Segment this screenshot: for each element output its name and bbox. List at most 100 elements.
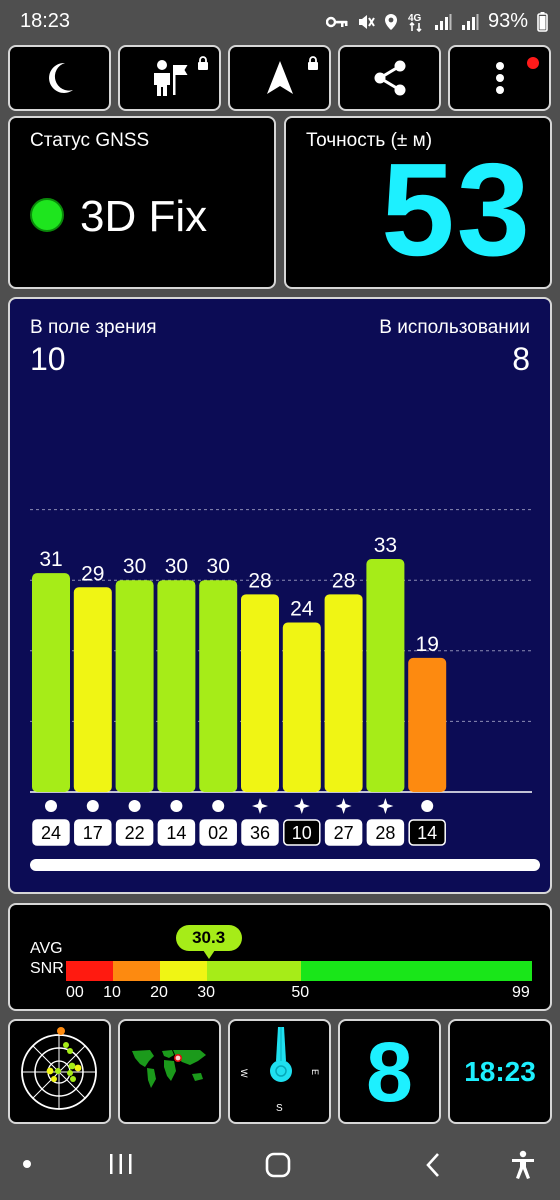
in-use-widget[interactable]: 8 [338, 1019, 441, 1124]
snr-value-label: 31 [39, 548, 62, 571]
constellation-dot-icon [212, 800, 225, 812]
snr-value-label: 28 [332, 569, 355, 592]
snr-bar[interactable] [408, 657, 447, 792]
battery-icon [537, 11, 548, 32]
status-icons: 4G 93% [325, 10, 548, 33]
snr-bar[interactable] [366, 559, 405, 792]
snr-tick-label: 50 [291, 984, 310, 1001]
satellite-signal-card[interactable]: В поле зрения 10 В использовании 8 31 24 2… [8, 297, 552, 894]
world-map-button[interactable] [118, 1019, 221, 1124]
world-map-icon [130, 1048, 210, 1092]
snr-value-label: 30 [123, 555, 146, 578]
snr-scale-segment [301, 961, 532, 981]
vpn-key-icon [325, 16, 348, 27]
satellite-id-label: 24 [41, 823, 61, 843]
snr-label: SNR [30, 960, 64, 977]
avg-snr-pointer [202, 950, 215, 959]
snr-bar[interactable] [324, 594, 363, 792]
moon-icon [48, 62, 73, 93]
status-time: 18:23 [20, 10, 71, 32]
compass-button[interactable]: W E S [228, 1019, 331, 1124]
satellite-snr-chart: 31 24 29 17 30 22 30 14 30 02 28 36 24 10 28 27 33 28 19 14 [30, 509, 532, 846]
more-menu-button[interactable] [448, 45, 551, 111]
snr-tick-label: 00 [66, 984, 84, 1001]
snr-value-label: 30 [207, 555, 230, 578]
accuracy-value: 53 [381, 136, 532, 283]
snr-value-label: 28 [248, 569, 271, 592]
sky-view-button[interactable] [8, 1019, 111, 1124]
snr-value-label: 19 [416, 633, 439, 656]
clock-value: 18:23 [464, 1055, 536, 1087]
satellite-id-label: 28 [375, 823, 395, 843]
snr-bar[interactable] [115, 580, 154, 792]
satellite-id-label: 14 [417, 823, 437, 843]
snr-tick-label: 20 [150, 984, 168, 1001]
snr-bar[interactable] [32, 573, 70, 792]
snr-bar[interactable] [73, 587, 112, 792]
snr-bar[interactable] [241, 594, 279, 792]
snr-bar[interactable] [157, 580, 196, 792]
satellite-id-label: 14 [166, 823, 186, 843]
accuracy-card[interactable]: Точность (± м) 53 [284, 116, 552, 289]
avg-snr-value: 30.3 [175, 925, 242, 951]
share-button[interactable] [338, 45, 441, 111]
snr-tick-label: 99 [512, 984, 530, 1001]
4g-icon: 4G [408, 13, 422, 32]
home-icon[interactable] [265, 1152, 291, 1178]
gnss-status-label: Статус GNSS [30, 130, 150, 151]
navigation-arrow-icon [266, 61, 293, 94]
battery-percent: 93% [487, 10, 528, 32]
constellation-star-icon [252, 798, 268, 814]
fix-status-value: 3D Fix [80, 192, 208, 241]
satellite-id-label: 17 [83, 823, 103, 843]
avg-snr-card: AVG SNR 00 10 20 30 50 99 30.3 [8, 903, 552, 1011]
night-mode-button[interactable] [8, 45, 111, 111]
snr-scale-segment [207, 961, 302, 981]
constellation-dot-icon [421, 800, 434, 812]
toolbar [8, 45, 552, 111]
navigation-button[interactable] [228, 45, 331, 111]
clock-widget[interactable]: 18:23 [448, 1019, 552, 1124]
snr-scale-segment [113, 961, 161, 981]
snr-value-label: 30 [165, 555, 188, 578]
svg-text:4G: 4G [408, 13, 422, 24]
satellite-id-label: 36 [250, 823, 270, 843]
status-bar: 18:23 4G 93% [0, 0, 560, 44]
bottom-widget-row: W E S 8 18:23 [8, 1019, 552, 1124]
accessibility-icon[interactable] [510, 1150, 536, 1180]
constellation-star-icon [335, 798, 352, 814]
satellite-id-label: 22 [125, 823, 145, 843]
satellite-id-label: 02 [208, 823, 228, 843]
constellation-star-icon [293, 798, 310, 814]
snr-value-label: 33 [374, 534, 397, 557]
navigation-bar [0, 1128, 560, 1200]
notification-dot [527, 57, 539, 69]
snr-tick-label: 30 [197, 984, 215, 1001]
scroll-track[interactable] [30, 859, 540, 871]
fix-status-dot [30, 198, 64, 232]
satellite-id-label: 27 [334, 823, 354, 843]
waypoint-button[interactable] [118, 45, 221, 111]
snr-tick-label: 10 [103, 984, 121, 1001]
constellation-dot-icon [45, 800, 57, 812]
snr-bar[interactable] [199, 580, 238, 792]
snr-scale-segment [160, 961, 208, 981]
in-use-big-value: 8 [366, 1024, 413, 1119]
dot-icon[interactable] [22, 1159, 32, 1169]
signal-icon [434, 13, 452, 30]
satellite-radar-icon [21, 1027, 97, 1110]
gnss-status-card[interactable]: Статус GNSS 3D Fix [8, 116, 276, 289]
constellation-dot-icon [86, 800, 99, 812]
recents-icon[interactable] [108, 1152, 134, 1176]
avg-label: AVG [30, 940, 63, 957]
signal-icon [461, 13, 479, 30]
location-icon [384, 13, 397, 30]
constellation-dot-icon [128, 800, 141, 812]
compass-icon: W E S [239, 1027, 320, 1114]
back-icon[interactable] [425, 1152, 441, 1178]
lock-icon [308, 56, 318, 70]
snr-value-label: 29 [81, 562, 104, 585]
snr-bar[interactable] [282, 622, 321, 792]
compass-south-label: S [276, 1103, 283, 1114]
constellation-star-icon [377, 798, 394, 814]
